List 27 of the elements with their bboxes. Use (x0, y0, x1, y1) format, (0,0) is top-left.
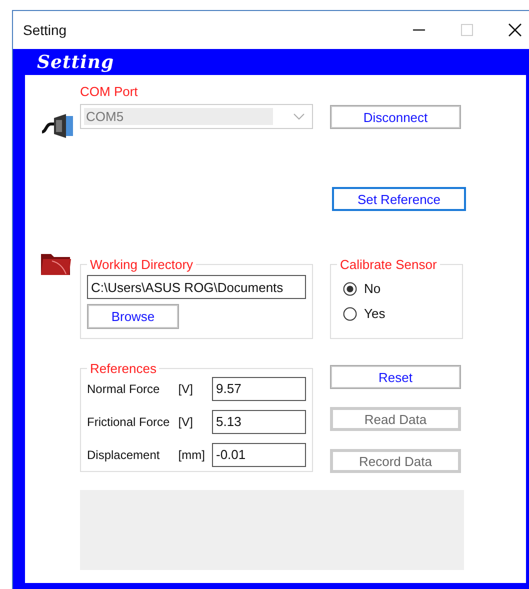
com-port-label: COM Port (80, 84, 139, 101)
unit-label: [mm] (178, 448, 206, 462)
set-reference-button[interactable]: Set Reference (332, 187, 466, 211)
calibrate-sensor-title: Calibrate Sensor (339, 257, 438, 272)
radio-button[interactable] (343, 306, 357, 320)
browse-button[interactable]: Browse (87, 304, 179, 329)
reference-label: Frictional Force (87, 414, 171, 428)
working-directory-title: Working Directory (89, 257, 194, 272)
radio-label: Yes (364, 306, 386, 321)
unit-label: [V] (178, 382, 194, 396)
reference-label: Normal Force (87, 382, 161, 396)
chevron-down-icon (293, 112, 305, 120)
header-title: Setting (37, 52, 114, 72)
folder-icon (40, 251, 72, 277)
references-title: References (89, 361, 158, 376)
reference-field[interactable]: 5.13 (212, 410, 306, 434)
close-icon[interactable] (508, 23, 522, 37)
radio-label: No (364, 281, 381, 296)
radio-button[interactable] (343, 282, 357, 296)
reference-label: Displacement (87, 448, 161, 462)
reference-field[interactable]: 9.57 (212, 376, 306, 400)
directory-field[interactable]: C:\Users\ASUS ROG\Documents (87, 275, 306, 299)
reference-field[interactable]: -0.01 (212, 442, 306, 466)
window-title: Setting (23, 22, 67, 38)
disconnect-button[interactable]: Disconnect (330, 105, 461, 129)
unit-label: [V] (178, 414, 194, 428)
action-button[interactable]: Reset (330, 365, 461, 389)
